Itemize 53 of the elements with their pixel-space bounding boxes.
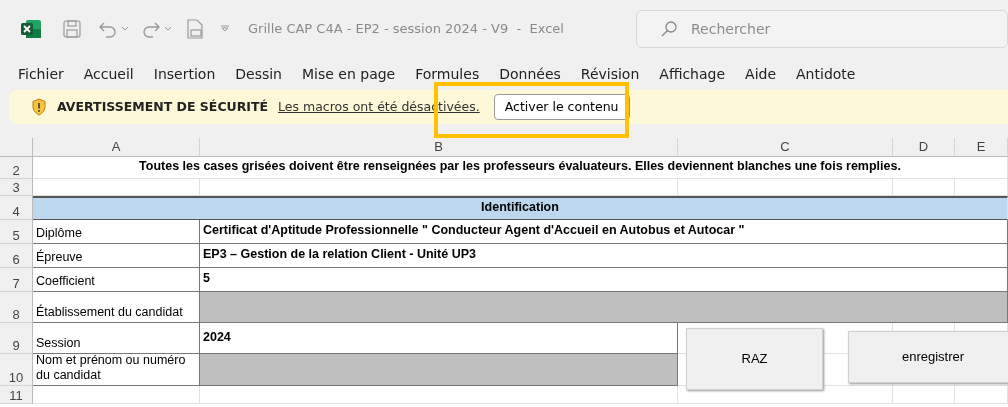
row-header[interactable]: 9 <box>0 323 33 354</box>
column-header[interactable]: D <box>893 138 955 157</box>
row-header[interactable]: 3 <box>0 179 33 196</box>
row-header[interactable]: 5 <box>0 220 33 244</box>
column-header[interactable]: C <box>678 138 893 157</box>
value-cell: Certificat d'Aptitude Professionnelle " Conducteur Agent d'Accueil en Autobus et Autocar " <box>200 220 1008 244</box>
row-header[interactable]: 4 <box>0 196 33 220</box>
sheet-button[interactable]: RAZ <box>686 328 823 390</box>
menu-tab[interactable]: Insertion <box>153 63 216 85</box>
menu-tab[interactable]: Antidote <box>796 63 856 85</box>
save-icon[interactable] <box>62 19 82 39</box>
sheet-button[interactable]: enregistrer <box>848 331 1008 383</box>
column-header[interactable]: E <box>955 138 1008 157</box>
select-all-corner[interactable] <box>0 138 33 157</box>
instruction-text: Toutes les cases grisées doivent être renseignées par les professeurs évaluateurs. Elles deviennent blanches une fois remplies. <box>33 157 1008 179</box>
search-icon <box>660 20 678 38</box>
row-header[interactable]: 2 <box>0 157 33 179</box>
enable-content-button[interactable]: Activer le contenu <box>493 93 630 121</box>
row-header[interactable]: 11 <box>0 386 33 404</box>
column-header[interactable]: A <box>33 138 200 157</box>
menu-tab[interactable]: Formules <box>415 63 480 85</box>
input-cell[interactable] <box>200 292 1008 323</box>
menu-tab[interactable]: Données <box>499 63 561 85</box>
menu-tab[interactable]: Mise en page <box>302 63 396 85</box>
print-preview-icon[interactable] <box>186 19 204 39</box>
empty-cell <box>955 386 1008 404</box>
menu-tab[interactable]: Affichage <box>659 63 726 85</box>
label-cell: Coefficient <box>33 268 200 292</box>
warning-shield-icon <box>31 98 47 116</box>
menu-tab[interactable]: Accueil <box>83 63 134 85</box>
menu-tab[interactable]: Révision <box>580 63 640 85</box>
label-cell: Session <box>33 323 200 354</box>
value-cell: EP3 – Gestion de la relation Client - Unité UP3 <box>200 244 1008 268</box>
window-title: Grille CAP C4A - EP2 - session 2024 - V9 - Excel <box>248 20 564 39</box>
input-cell[interactable] <box>200 354 678 386</box>
column-header[interactable]: B <box>200 138 678 157</box>
section-header: Identification <box>33 196 1008 220</box>
search-field[interactable]: Rechercher <box>636 10 1008 48</box>
label-cell: Diplôme <box>33 220 200 244</box>
menu-tab[interactable]: Fichier <box>18 63 64 85</box>
row-header[interactable]: 10 <box>0 354 33 386</box>
empty-cell <box>893 386 955 404</box>
caret-icon[interactable] <box>121 26 129 32</box>
row-header[interactable]: 6 <box>0 244 33 268</box>
warning-title: AVERTISSEMENT DE SÉCURITÉ <box>57 97 269 116</box>
menu-tab[interactable]: Dessin <box>235 63 282 85</box>
row-header[interactable]: 7 <box>0 268 33 292</box>
label-cell: Épreuve <box>33 244 200 268</box>
row-header[interactable]: 8 <box>0 292 33 323</box>
caret-icon[interactable] <box>164 26 172 32</box>
menu-tab[interactable]: Aide <box>745 63 777 85</box>
customize-toolbar-icon[interactable] <box>220 25 230 33</box>
excel-logo-icon <box>20 19 42 39</box>
